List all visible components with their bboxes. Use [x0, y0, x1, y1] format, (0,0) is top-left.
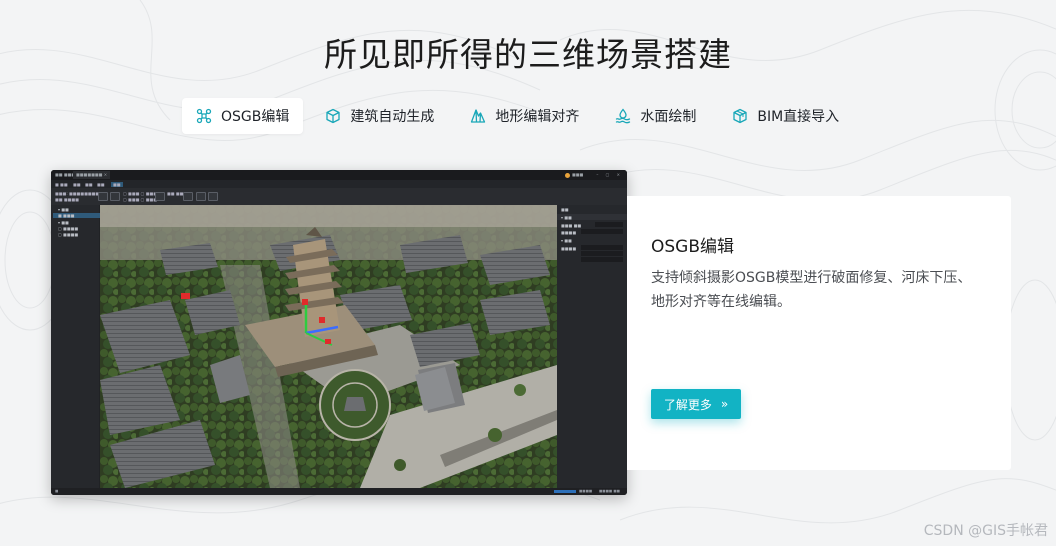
page-title: 所见即所得的三维场景搭建	[324, 35, 732, 74]
tab-label: OSGB编辑	[221, 109, 290, 125]
bim-cube-icon	[732, 108, 748, 124]
watermark: CSDN @GIS手帐君	[923, 523, 1048, 539]
tab-water-surface-draw[interactable]: 水面绘制	[601, 98, 710, 134]
terrain-icon	[470, 108, 486, 124]
tab-label: 水面绘制	[640, 109, 697, 125]
app-toolbar: ■■■: ■■■■■■■■■■ ■■ ■■■■ ▢ ■■■ ▢ ■■■ ▢ ■■…	[51, 188, 627, 205]
app-titlebar: ■■ ■■■ ■■■■■■■ × ■■■ – ▢ ×	[51, 170, 627, 180]
app-menubar: ■ ■■ ■■ ■■ ■■ ■■	[51, 180, 627, 188]
tab-label: BIM直接导入	[757, 109, 840, 125]
feature-title: OSGB编辑	[651, 237, 735, 257]
learn-more-label: 了解更多	[663, 397, 712, 412]
3d-viewport	[100, 205, 557, 488]
feature-description-card: OSGB编辑 支持倾斜摄影OSGB模型进行破面修复、河床下压、地形对齐等在线编辑…	[627, 196, 1011, 470]
tab-building-auto-generate[interactable]: 建筑自动生成	[311, 98, 448, 134]
double-chevron-right-icon: »	[720, 397, 729, 411]
feature-description: 支持倾斜摄影OSGB模型进行破面修复、河床下压、地形对齐等在线编辑。	[651, 270, 972, 310]
tab-label: 建筑自动生成	[350, 109, 435, 125]
water-icon	[615, 108, 631, 124]
learn-more-button[interactable]: 了解更多 »	[651, 389, 741, 419]
app-properties-panel: ■■ ▾ ■■ ■■■ ■■ ■■■■ ▾ ■■ ■■■■	[557, 205, 627, 488]
tab-label: 地形编辑对齐	[495, 109, 580, 125]
cube-icon	[325, 108, 341, 124]
tab-osgb-edit[interactable]: OSGB编辑	[182, 98, 304, 134]
software-screenshot: ■■ ■■■ ■■■■■■■ × ■■■ – ▢ × ■ ■■ ■■ ■■ ■■ ■■…	[51, 170, 627, 495]
drone-icon	[196, 108, 212, 124]
tab-terrain-edit-align[interactable]: 地形编辑对齐	[456, 98, 593, 134]
tab-bim-import[interactable]: BIM直接导入	[718, 98, 853, 134]
app-layer-panel: ▾ ■■ ■ ■■■ ▾ ■■ ▢ ■■■■ ▢ ■■■■	[51, 205, 100, 488]
feature-tabs: OSGB编辑 建筑自动生成 地形编辑对齐 水面绘制 BIM直接导入	[182, 98, 861, 134]
app-statusbar: ■ ■■■■ ■■■■ ■■	[51, 488, 627, 495]
aerial-scene-image	[100, 205, 557, 488]
page: 所见即所得的三维场景搭建 OSGB编辑 建筑自动生成 地形编辑对齐 水面绘制 B…	[0, 0, 1056, 546]
